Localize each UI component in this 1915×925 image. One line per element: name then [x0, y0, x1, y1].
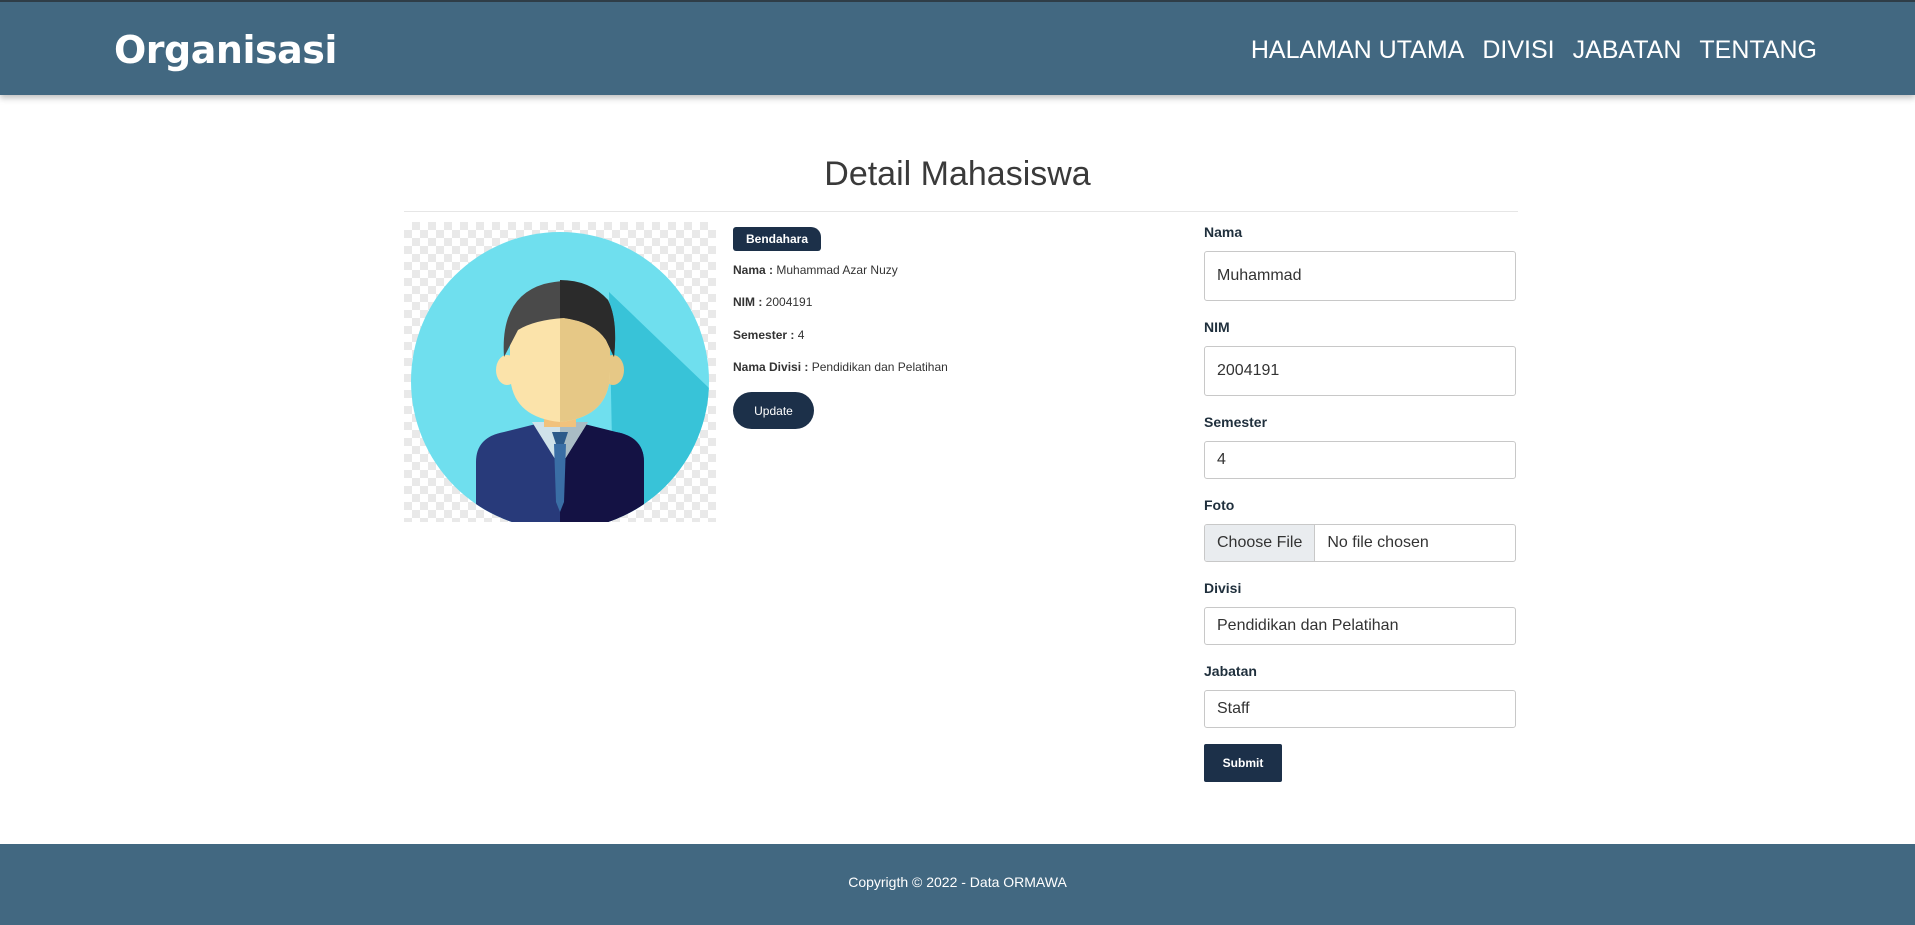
info-nim-label: NIM :: [733, 295, 763, 309]
info-semester: Semester : 4: [733, 328, 804, 342]
nim-input[interactable]: [1204, 346, 1516, 396]
foto-file-input[interactable]: Choose File No file chosen: [1204, 524, 1516, 562]
submit-button[interactable]: Submit: [1204, 744, 1282, 782]
jabatan-input[interactable]: [1204, 690, 1516, 728]
nim-label: NIM: [1204, 319, 1230, 335]
role-badge: Bendahara: [733, 227, 822, 251]
nama-label: Nama: [1204, 224, 1243, 240]
info-nama: Nama : Muhammad Azar Nuzy: [733, 263, 898, 277]
foto-label: Foto: [1204, 497, 1235, 513]
navbar: Organisasi HALAMAN UTAMA DIVISI JABATAN …: [0, 0, 1915, 95]
nav-link-tentang[interactable]: TENTANG: [1699, 36, 1817, 65]
brand-logo[interactable]: Organisasi: [114, 28, 337, 72]
nama-input[interactable]: [1204, 251, 1516, 301]
choose-file-button[interactable]: Choose File: [1205, 525, 1316, 561]
info-divisi: Nama Divisi : Pendidikan dan Pelatihan: [733, 360, 948, 374]
title-divider: [404, 211, 1518, 212]
info-nama-value: Muhammad Azar Nuzy: [776, 263, 898, 277]
info-divisi-value: Pendidikan dan Pelatihan: [811, 360, 948, 374]
student-photo: [404, 222, 716, 522]
info-nim: NIM : 2004191: [733, 295, 812, 309]
info-nim-value: 2004191: [765, 295, 813, 309]
info-nama-label: Nama :: [733, 263, 774, 277]
main-nav: HALAMAN UTAMA DIVISI JABATAN TENTANG: [1251, 36, 1817, 65]
semester-input[interactable]: [1204, 441, 1516, 479]
student-info: Bendahara Nama : Muhammad Azar Nuzy NIM …: [733, 227, 1153, 429]
divisi-label: Divisi: [1204, 580, 1242, 596]
nav-link-halaman-utama[interactable]: HALAMAN UTAMA: [1251, 36, 1464, 65]
info-divisi-label: Nama Divisi :: [733, 360, 809, 374]
nav-link-jabatan[interactable]: JABATAN: [1573, 36, 1682, 65]
page-title: Detail Mahasiswa: [824, 155, 1091, 193]
divisi-input[interactable]: [1204, 607, 1516, 645]
nav-link-divisi[interactable]: DIVISI: [1482, 36, 1554, 65]
file-status: No file chosen: [1327, 534, 1429, 551]
semester-label: Semester: [1204, 414, 1268, 430]
info-semester-label: Semester :: [733, 328, 795, 342]
info-semester-value: 4: [797, 328, 805, 342]
update-button[interactable]: Update: [733, 392, 814, 429]
person-avatar-icon: [411, 232, 709, 522]
footer: Copyrigth © 2022 - Data ORMAWA: [0, 844, 1915, 925]
footer-copyright: Copyrigth © 2022 - Data ORMAWA: [848, 874, 1067, 890]
jabatan-label: Jabatan: [1204, 663, 1257, 679]
